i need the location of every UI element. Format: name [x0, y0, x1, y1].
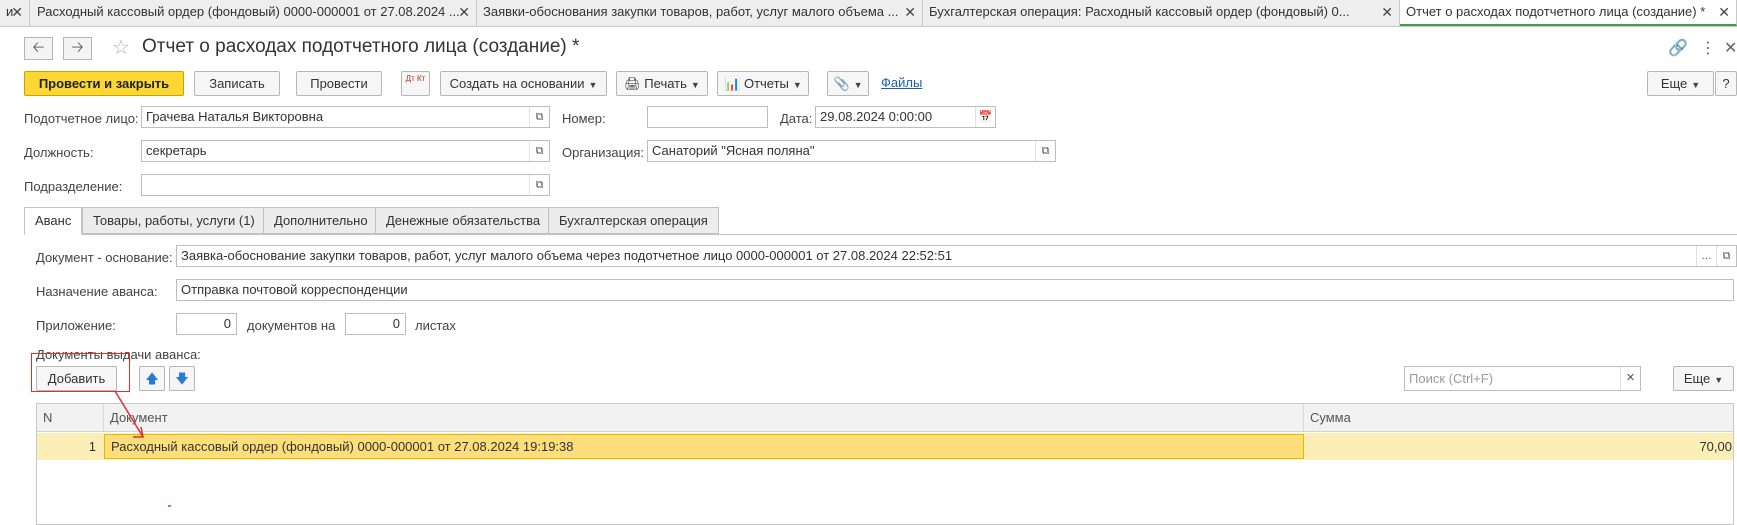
annotation-arrow — [114, 390, 171, 507]
tab-advance[interactable]: Аванс — [24, 207, 83, 235]
annotation-arrow-line — [114, 390, 144, 438]
